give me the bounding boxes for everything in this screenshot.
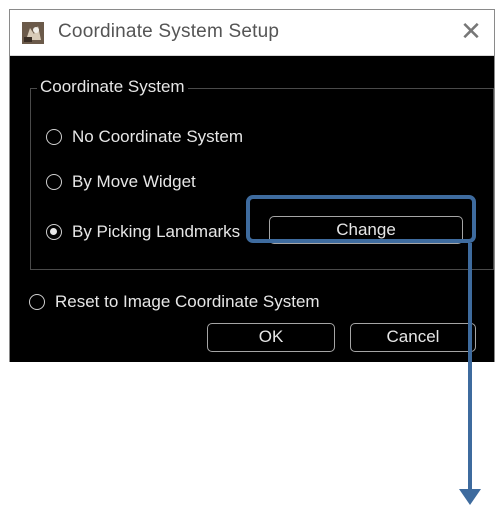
radio-label: By Move Widget: [72, 172, 196, 191]
radio-label: Reset to Image Coordinate System: [55, 292, 320, 311]
radio-label: By Picking Landmarks: [72, 222, 241, 241]
close-icon[interactable]: ✕: [456, 18, 486, 48]
change-button[interactable]: Change: [269, 216, 463, 244]
radio-by-move-widget[interactable]: By Move Widget: [46, 172, 196, 192]
window-title: Coordinate System Setup: [58, 21, 280, 42]
ok-button[interactable]: OK: [207, 323, 335, 352]
radio-label: No Coordinate System: [72, 127, 244, 146]
radio-circle-icon[interactable]: [29, 294, 45, 310]
dialog-content: Coordinate System No Coordinate System B…: [10, 56, 494, 362]
coordinate-system-dialog: Coordinate System Setup ✕ Coordinate Sys…: [9, 9, 495, 362]
cancel-button[interactable]: Cancel: [350, 323, 476, 352]
radio-by-picking-landmarks[interactable]: By Picking Landmarks: [46, 222, 240, 242]
group-title: Coordinate System: [37, 77, 188, 97]
radio-circle-icon[interactable]: [46, 129, 62, 145]
app-icon: [22, 22, 44, 44]
title-bar: Coordinate System Setup ✕: [10, 10, 494, 56]
radio-circle-icon[interactable]: [46, 174, 62, 190]
radio-reset-image-coordinate-system[interactable]: Reset to Image Coordinate System: [29, 292, 320, 312]
radio-selected-icon[interactable]: [46, 224, 62, 240]
radio-no-coordinate-system[interactable]: No Coordinate System: [46, 127, 243, 147]
